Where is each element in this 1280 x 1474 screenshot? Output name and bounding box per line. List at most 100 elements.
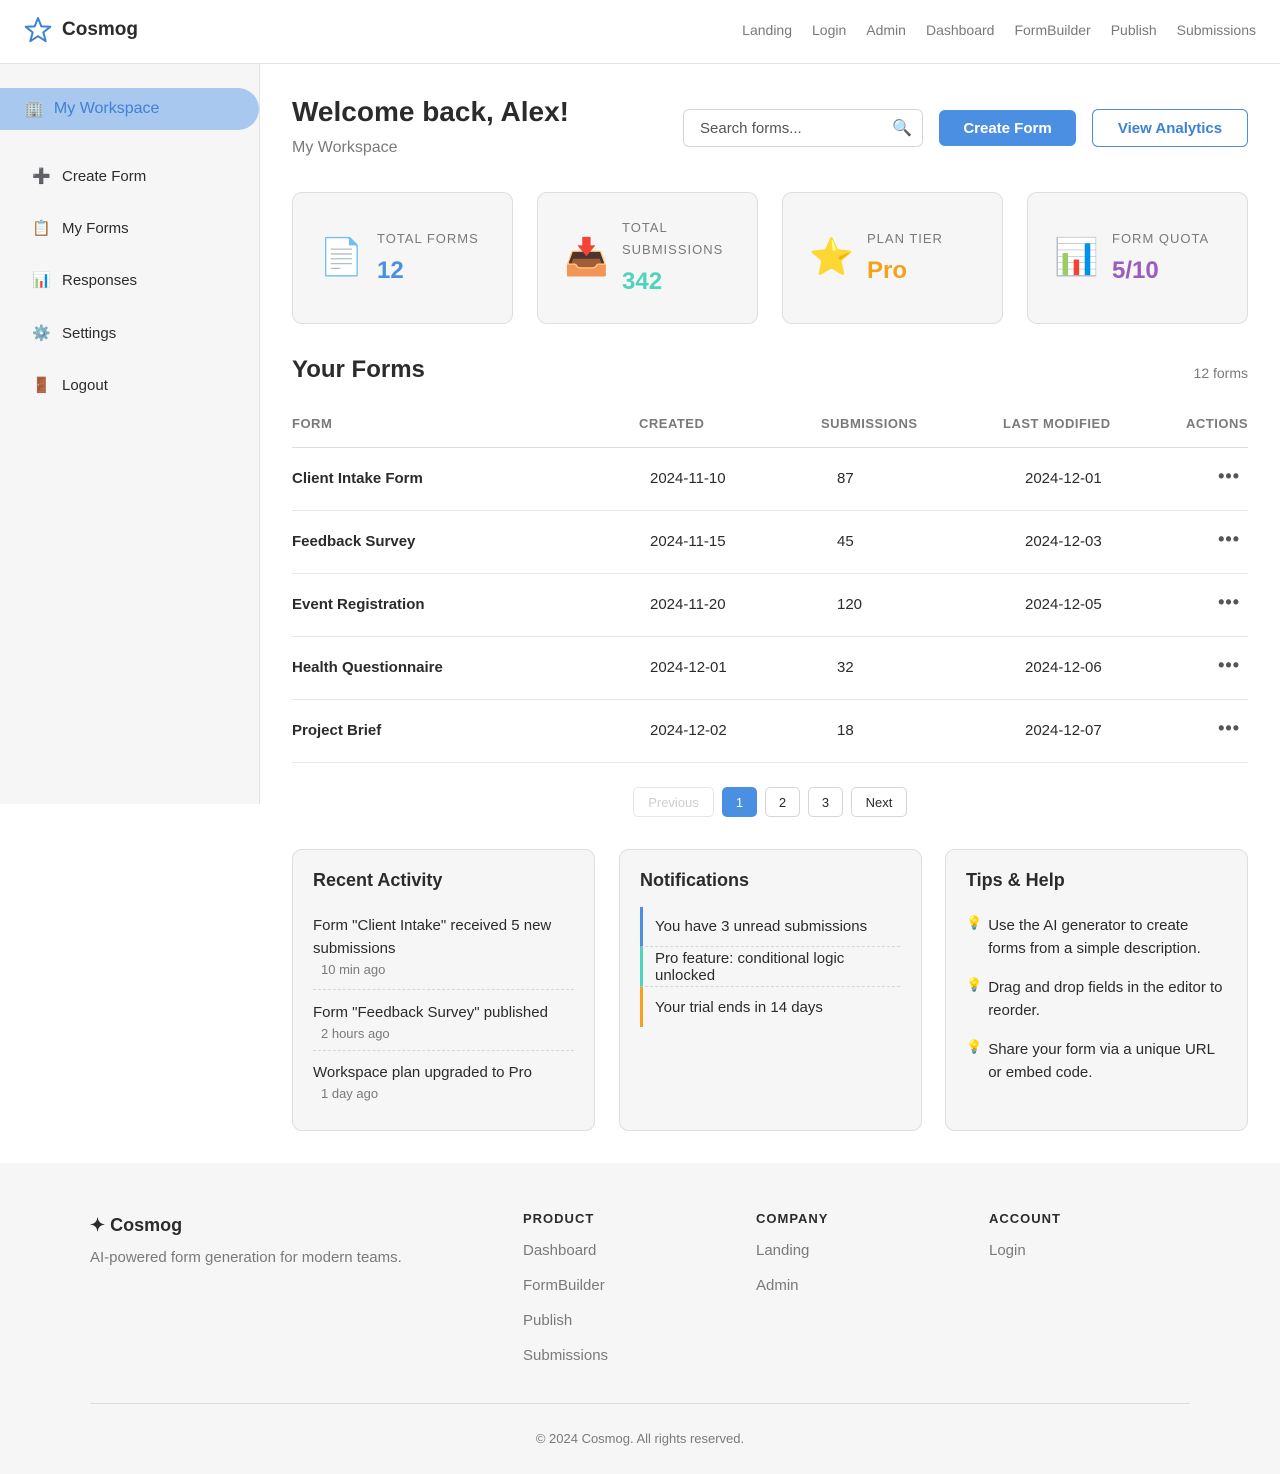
- forms-count: 12 forms: [1193, 365, 1248, 381]
- form-submissions: 120: [837, 596, 863, 613]
- form-created: 2024-11-20: [650, 596, 726, 613]
- stat-label: Total Forms: [377, 231, 479, 246]
- nav-link-login[interactable]: Login: [812, 22, 846, 38]
- nav-link-formbuilder[interactable]: FormBuilder: [1014, 22, 1090, 38]
- page-button-1[interactable]: 1: [722, 787, 757, 817]
- more-actions-icon[interactable]: •••: [1218, 592, 1240, 613]
- lightbulb-icon: 💡: [966, 977, 983, 992]
- star-logo-icon: [24, 17, 52, 43]
- sidebar-item-settings[interactable]: ⚙️ Settings: [32, 324, 117, 343]
- table-row[interactable]: Feedback Survey 2024-11-15 45 2024-12-03…: [292, 511, 1248, 574]
- table-row[interactable]: Health Questionnaire 2024-12-01 32 2024-…: [292, 637, 1248, 700]
- notification-item[interactable]: Pro feature: conditional logic unlocked: [640, 947, 900, 987]
- notification-text: Your trial ends in 14 days: [655, 998, 823, 1016]
- stat-card-total-submissions: 📥 Total Submissions 342: [537, 192, 758, 324]
- form-name[interactable]: Health Questionnaire: [292, 659, 443, 676]
- top-nav: Cosmog Landing Login Admin Dashboard For…: [0, 0, 1280, 64]
- page-button-2[interactable]: 2: [765, 787, 800, 817]
- stat-card-form-quota: 📊 Form Quota 5/10: [1027, 192, 1248, 324]
- search-icon[interactable]: 🔍: [892, 118, 912, 138]
- search-box: 🔍: [683, 109, 923, 147]
- sidebar-item-label: Responses: [62, 271, 138, 289]
- previous-page-button[interactable]: Previous: [633, 787, 714, 817]
- column-header-actions: ACTIONS: [1186, 416, 1248, 431]
- footer-link-login[interactable]: Login: [989, 1242, 1061, 1277]
- activity-text: Workspace plan upgraded to Pro: [313, 1064, 533, 1081]
- footer-heading: COMPANY: [756, 1211, 829, 1226]
- sidebar-item-responses[interactable]: 📊 Responses: [32, 271, 138, 290]
- activity-time: 2 hours ago: [321, 1026, 390, 1041]
- sidebar-item-label: Settings: [62, 324, 117, 342]
- nav-link-admin[interactable]: Admin: [866, 22, 906, 38]
- stat-value: Pro: [867, 257, 908, 284]
- form-name[interactable]: Event Registration: [292, 596, 425, 613]
- footer-link-submissions[interactable]: Submissions: [523, 1347, 608, 1382]
- footer-link-landing[interactable]: Landing: [756, 1242, 828, 1277]
- footer-tagline: AI-powered form generation for modern te…: [90, 1249, 402, 1266]
- footer-link-publish[interactable]: Publish: [523, 1312, 608, 1347]
- stat-value: 342: [622, 268, 663, 295]
- card-title: Notifications: [640, 870, 750, 890]
- more-actions-icon[interactable]: •••: [1218, 718, 1240, 739]
- table-row[interactable]: Project Brief 2024-12-02 18 2024-12-07 •…: [292, 700, 1248, 763]
- tip-text: Drag and drop fields in the editor to re…: [988, 979, 1223, 1019]
- form-name[interactable]: Feedback Survey: [292, 533, 415, 550]
- footer-brand: ✦ Cosmog: [90, 1215, 183, 1235]
- sidebar: 🏢 My Workspace ➕ Create Form 📋 My Forms …: [0, 64, 260, 804]
- form-name[interactable]: Client Intake Form: [292, 470, 423, 487]
- table-row[interactable]: Event Registration 2024-11-20 120 2024-1…: [292, 574, 1248, 637]
- notification-item[interactable]: You have 3 unread submissions: [640, 907, 900, 947]
- stat-label: Form Quota: [1112, 231, 1210, 246]
- form-created: 2024-11-15: [650, 533, 726, 550]
- table-row[interactable]: Client Intake Form 2024-11-10 87 2024-12…: [292, 448, 1248, 511]
- activity-text: Form "Feedback Survey" published: [313, 1004, 548, 1021]
- more-actions-icon[interactable]: •••: [1218, 466, 1240, 487]
- tips-help-card: Tips & Help 💡 Use the AI generator to cr…: [945, 849, 1248, 1131]
- footer-heading: PRODUCT: [523, 1211, 595, 1226]
- form-created: 2024-12-01: [650, 659, 727, 676]
- footer-column-company: COMPANY Landing Admin: [756, 1211, 828, 1312]
- more-actions-icon[interactable]: •••: [1218, 529, 1240, 550]
- view-analytics-button[interactable]: View Analytics: [1092, 109, 1248, 147]
- sidebar-item-label: Logout: [62, 376, 108, 394]
- brand[interactable]: Cosmog: [24, 16, 138, 44]
- tip-item: 💡 Drag and drop fields in the editor to …: [966, 976, 1228, 1022]
- lightbulb-icon: 💡: [966, 1039, 983, 1054]
- sidebar-item-logout[interactable]: 🚪 Logout: [32, 376, 108, 395]
- more-actions-icon[interactable]: •••: [1218, 655, 1240, 676]
- nav-link-landing[interactable]: Landing: [742, 22, 792, 38]
- footer-copyright: © 2024 Cosmog. All rights reserved.: [535, 1431, 745, 1446]
- nav-link-dashboard[interactable]: Dashboard: [926, 22, 995, 38]
- nav-link-publish[interactable]: Publish: [1111, 22, 1157, 38]
- card-title: Tips & Help: [966, 870, 1065, 890]
- tip-text: Share your form via a unique URL or embe…: [988, 1041, 1215, 1081]
- building-icon: 🏢: [24, 101, 44, 118]
- plus-icon: ➕: [32, 168, 51, 185]
- footer-divider: [90, 1403, 1190, 1404]
- footer-link-formbuilder[interactable]: FormBuilder: [523, 1277, 608, 1312]
- gear-icon: ⚙️: [32, 325, 51, 342]
- form-name[interactable]: Project Brief: [292, 722, 381, 739]
- sidebar-item-my-forms[interactable]: 📋 My Forms: [32, 219, 129, 238]
- tip-text: Use the AI generator to create forms fro…: [988, 917, 1201, 957]
- create-form-button[interactable]: Create Form: [939, 110, 1076, 146]
- activity-item: Workspace plan upgraded to Pro 1 day ago: [313, 1061, 574, 1111]
- column-header-form: FORM: [292, 416, 333, 431]
- notification-item[interactable]: Your trial ends in 14 days: [640, 987, 900, 1027]
- search-input[interactable]: [700, 110, 890, 146]
- star-icon: ⭐: [809, 236, 854, 277]
- sidebar-item-label: My Workspace: [53, 100, 160, 117]
- nav-link-submissions[interactable]: Submissions: [1177, 22, 1256, 38]
- sidebar-item-create-form[interactable]: ➕ Create Form: [32, 167, 147, 186]
- inbox-icon: 📥: [564, 236, 609, 277]
- sidebar-item-label: Create Form: [62, 167, 147, 185]
- footer-link-admin[interactable]: Admin: [756, 1277, 828, 1312]
- nav-links: Landing Login Admin Dashboard FormBuilde…: [742, 22, 1256, 38]
- next-page-button[interactable]: Next: [851, 787, 907, 817]
- footer-column-product: PRODUCT Dashboard FormBuilder Publish Su…: [523, 1211, 608, 1382]
- tip-item: 💡 Share your form via a unique URL or em…: [966, 1038, 1228, 1084]
- sidebar-item-my-workspace[interactable]: 🏢 My Workspace: [0, 88, 259, 130]
- footer-link-dashboard[interactable]: Dashboard: [523, 1242, 608, 1277]
- activity-item: Form "Feedback Survey" published 2 hours…: [313, 1001, 574, 1051]
- page-button-3[interactable]: 3: [808, 787, 843, 817]
